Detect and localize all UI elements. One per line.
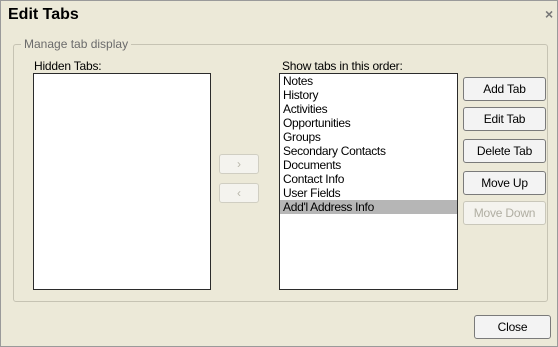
list-item[interactable]: Contact Info [280,172,457,186]
shown-tabs-list[interactable]: Notes History Activities Opportunities Group… [279,73,458,290]
move-left-button[interactable]: ‹ [219,183,259,203]
list-item[interactable]: History [280,88,457,102]
list-item[interactable]: Activities [280,102,457,116]
chevron-right-icon: › [237,157,241,171]
list-item[interactable]: Groups [280,130,457,144]
list-item[interactable]: Add'l Address Info [280,200,457,214]
chevron-left-icon: ‹ [237,186,241,200]
move-down-button[interactable]: Move Down [463,201,546,225]
shown-tabs-label: Show tabs in this order: [282,59,403,73]
move-up-button[interactable]: Move Up [463,171,546,195]
close-icon[interactable]: × [545,7,557,21]
list-item[interactable]: Opportunities [280,116,457,130]
delete-tab-button[interactable]: Delete Tab [463,139,546,163]
list-item[interactable]: Notes [280,74,457,88]
list-item[interactable]: User Fields [280,186,457,200]
hidden-tabs-label: Hidden Tabs: [34,59,102,73]
hidden-tabs-list[interactable] [33,73,211,290]
add-tab-button[interactable]: Add Tab [463,77,546,101]
title-bar: Edit Tabs × [1,1,557,29]
group-label: Manage tab display [21,37,132,51]
list-item[interactable]: Secondary Contacts [280,144,457,158]
dialog-title: Edit Tabs [8,6,79,23]
list-item[interactable]: Documents [280,158,457,172]
close-button[interactable]: Close [474,315,551,339]
edit-tabs-dialog: Edit Tabs × Manage tab display Hidden Ta… [0,0,558,347]
move-right-button[interactable]: › [219,154,259,174]
edit-tab-button[interactable]: Edit Tab [463,107,546,131]
